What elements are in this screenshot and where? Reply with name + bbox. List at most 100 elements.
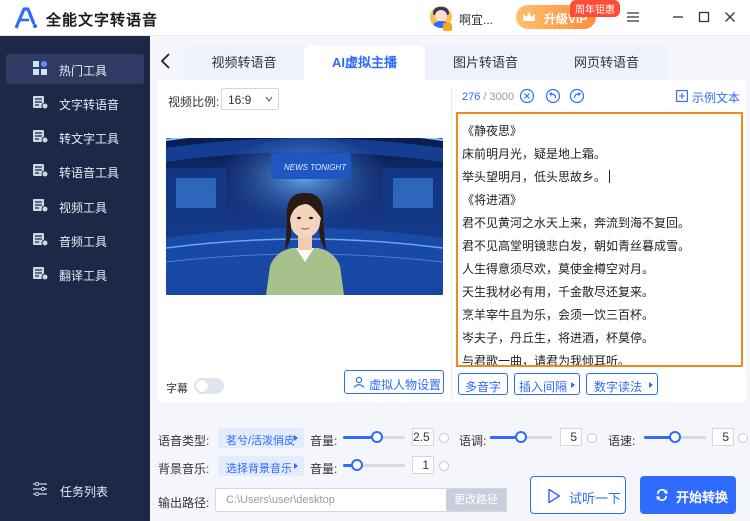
volume-slider-thumb[interactable] (371, 431, 384, 443)
start-convert-button[interactable]: 开始转换 (640, 476, 736, 514)
speed-slider-thumb[interactable] (669, 431, 681, 443)
bgm-volume-slider-thumb[interactable] (350, 459, 363, 471)
bgm-volume-slider[interactable] (343, 459, 405, 471)
preview-pane: 视频比例: 16:9 NEWS TONIGHT 字幕 虚拟人物设置 (158, 80, 450, 402)
sample-text-label: 示例文本 (692, 91, 741, 105)
char-counter: 276 / 3000 (462, 91, 514, 103)
polyphone-button[interactable]: 多音字 (458, 373, 508, 395)
sidebar-item-to-speech[interactable]: 转语音工具 (6, 156, 144, 186)
sidebar-item-hot-tools[interactable]: 热门工具 (6, 54, 144, 84)
volume-slider[interactable] (343, 431, 405, 443)
task-list-button[interactable]: 任务列表 (32, 480, 132, 500)
person-icon (353, 376, 365, 388)
sidebar-item-audio-tools[interactable]: 音频工具 (6, 225, 144, 255)
voice-type-select[interactable]: 茗兮/活泼俏皮 (218, 428, 304, 448)
sidebar-item-text-to-speech[interactable]: 文字转语音 (6, 88, 144, 118)
speed-reset-icon[interactable] (738, 433, 748, 443)
task-list-icon (33, 482, 47, 496)
toggle-knob (196, 380, 208, 392)
tab-ai-virtual-anchor[interactable]: AI虚拟主播 (304, 46, 425, 80)
text-pane: 276 / 3000 示例文本 《静夜思》 床前明月光，疑是地上霜。 举头望明月… (454, 80, 746, 402)
anchor-preview: NEWS TONIGHT (166, 138, 443, 295)
char-count-max: / 3000 (483, 91, 515, 103)
sidebar-item-label: 音频工具 (59, 235, 108, 249)
voice-type-value: 茗兮/活泼俏皮 (226, 435, 296, 447)
speed-value[interactable]: 5 (712, 428, 734, 446)
caret-right-icon (571, 382, 575, 388)
vip-tag-icon (443, 23, 452, 31)
insert-pause-button[interactable]: 插入间隔 (514, 373, 580, 395)
change-path-button[interactable]: 更改路径 (446, 489, 506, 511)
plus-square-icon (676, 90, 688, 102)
subtitle-toggle[interactable] (194, 378, 224, 394)
bgm-select[interactable]: 选择背景音乐 (218, 456, 304, 476)
video-ratio-select[interactable]: 16:9 (221, 88, 279, 110)
tone-reset-icon[interactable] (587, 433, 597, 443)
tab-image-to-speech[interactable]: 图片转语音 (425, 46, 546, 80)
sidebar-item-video-tools[interactable]: 视频工具 (6, 191, 144, 221)
volume-label: 音量: (310, 434, 338, 448)
minimize-button[interactable] (670, 9, 686, 25)
close-icon (725, 12, 735, 22)
pane-divider (451, 88, 452, 398)
bgm-volume-reset-icon[interactable] (439, 461, 449, 471)
start-convert-label: 开始转换 (676, 490, 729, 505)
tab-web-to-speech[interactable]: 网页转语音 (546, 46, 667, 80)
text-line: 岑夫子，丹丘生，将进酒，杯莫停。 (462, 331, 655, 345)
number-reading-button[interactable]: 数字读法 (586, 373, 658, 395)
screen-title: NEWS TONIGHT (284, 163, 347, 172)
caret-right-icon (294, 463, 298, 469)
back-arrow-icon[interactable] (160, 53, 172, 69)
video-ratio-value: 16:9 (228, 93, 252, 107)
sidebar-item-to-text[interactable]: 转文字工具 (6, 122, 144, 152)
text-line: 《静夜思》 (462, 124, 523, 138)
bgm-value: 选择背景音乐 (226, 463, 292, 475)
volume-value[interactable]: 2.5 (412, 428, 434, 446)
news-studio-image: NEWS TONIGHT (166, 138, 443, 295)
listen-preview-button[interactable]: 试听一下 (530, 476, 626, 514)
hamburger-icon (627, 12, 639, 22)
text-editor[interactable]: 《静夜思》 床前明月光，疑是地上霜。 举头望明月，低头思故乡。 《将进酒》 君不… (456, 112, 743, 367)
tab-video-to-speech[interactable]: 视频转语音 (184, 46, 304, 80)
listen-preview-label: 试听一下 (569, 491, 622, 506)
maximize-button[interactable] (696, 9, 712, 25)
tone-slider-thumb[interactable] (515, 431, 527, 443)
menu-button[interactable] (625, 9, 641, 25)
sidebar-item-label: 转文字工具 (59, 132, 120, 146)
user-name[interactable]: 啊宜... (459, 11, 493, 28)
video-ratio-label: 视频比例: (168, 95, 220, 109)
tone-slider[interactable] (490, 431, 552, 443)
bgm-volume-value[interactable]: 1 (412, 456, 434, 474)
insert-pause-label: 插入间隔 (518, 380, 567, 394)
text-line: 君不见黄河之水天上来，奔流到海不复回。 (462, 216, 691, 230)
sidebar-item-label: 转语音工具 (59, 166, 120, 180)
undo-icon[interactable] (545, 88, 561, 104)
redo-icon[interactable] (569, 88, 585, 104)
translate-icon (33, 267, 48, 281)
tone-value[interactable]: 5 (560, 428, 582, 446)
output-path-field[interactable]: 更改路径 (215, 488, 507, 512)
close-button[interactable] (722, 9, 738, 25)
volume-reset-icon[interactable] (439, 433, 449, 443)
voice-type-label: 语音类型: (158, 434, 210, 448)
speed-slider[interactable] (644, 431, 706, 443)
hot-tools-icon (33, 61, 47, 75)
text-line: 人生得意须尽欢，莫使金樽空对月。 (462, 262, 655, 276)
tone-label: 语调: (459, 434, 487, 448)
audio-icon (33, 233, 48, 247)
text-to-speech-icon (33, 96, 48, 110)
output-path-input[interactable] (216, 489, 441, 511)
avatar-settings-button[interactable]: 虚拟人物设置 (344, 370, 444, 394)
sidebar: 热门工具 文字转语音 转文字工具 转语音工具 视频工具 音频工具 翻译工具 任务… (0, 36, 150, 521)
text-line: 床前明月光，疑是地上霜。 (462, 147, 607, 161)
caret-right-icon (649, 382, 653, 388)
bgm-volume-label: 音量: (310, 462, 338, 476)
sidebar-item-translate-tools[interactable]: 翻译工具 (6, 259, 144, 289)
sidebar-item-label: 热门工具 (59, 64, 108, 78)
minimize-icon (673, 16, 683, 18)
clear-icon[interactable] (519, 88, 535, 104)
sidebar-item-label: 翻译工具 (59, 269, 108, 283)
sidebar-item-label: 文字转语音 (59, 98, 120, 112)
play-icon (548, 488, 561, 504)
to-speech-icon (33, 164, 48, 178)
